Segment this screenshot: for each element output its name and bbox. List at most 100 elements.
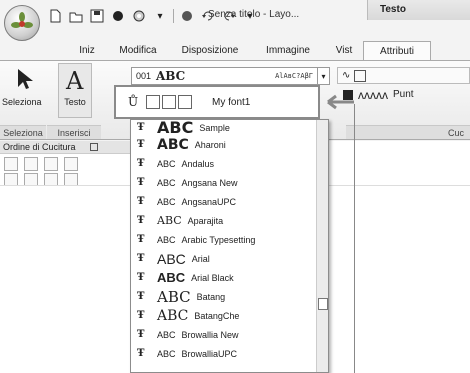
divider — [173, 9, 174, 23]
stitch-settings-icon[interactable] — [131, 8, 147, 24]
font-type-icon: Ŧ — [137, 122, 145, 133]
lock-icon[interactable] — [64, 157, 78, 171]
font-item[interactable]: Ŧ ABC Andalus — [131, 154, 316, 173]
truetype-icon: Ŧ — [137, 348, 145, 359]
tab-label: Iniz — [79, 45, 95, 56]
font-sample: ABC — [157, 250, 186, 267]
window-title: Senza titolo - Layo... — [208, 9, 300, 20]
tab-label: Modifica — [119, 45, 157, 56]
stitch-label: Punt — [393, 89, 414, 100]
ribbon-tabs: Iniz Modifica Disposizione Immagine Vist… — [0, 41, 470, 60]
font-name: Batang — [196, 291, 226, 302]
text-a-icon: A — [60, 64, 90, 94]
pane-header: Ordine di Cucitura — [0, 141, 130, 154]
font-type-icon: Ů — [127, 95, 139, 109]
text-button[interactable]: A Testo — [58, 63, 92, 118]
font-box-3 — [178, 95, 192, 109]
font-sample: ABC — [157, 158, 176, 169]
tab-immagine[interactable]: Immagine — [251, 41, 325, 60]
font-item[interactable]: Ŧ ABC Arial — [131, 249, 316, 268]
line-tools: ∿ — [337, 67, 470, 84]
text-label: Testo — [64, 97, 86, 107]
tab-disposizione[interactable]: Disposizione — [169, 41, 251, 60]
truetype-icon: Ŧ — [137, 272, 145, 283]
font-item[interactable]: Ŧ ABC Angsana New — [131, 173, 316, 192]
left-arrow-icon — [327, 94, 354, 110]
truetype-icon: Ŧ — [137, 253, 145, 264]
font-name: Sample — [199, 122, 230, 133]
truetype-icon: Ŧ — [137, 139, 145, 150]
font-name: Browallia New — [181, 329, 239, 340]
truetype-icon: Ŧ — [137, 158, 145, 169]
application-menu-button[interactable] — [4, 5, 40, 41]
pin-icon[interactable] — [89, 143, 98, 151]
curve-icon[interactable]: ∿ — [342, 70, 350, 81]
font-item[interactable]: Ŧ ABC Browallia New — [131, 325, 316, 344]
tab-label: Immagine — [266, 45, 310, 56]
font-name: Andalus — [181, 158, 215, 169]
dropdown-arrow-icon[interactable]: ▾ — [152, 8, 168, 24]
truetype-icon: Ŧ — [137, 234, 145, 245]
font-name: Angsana New — [181, 177, 238, 188]
svg-text:A: A — [65, 67, 84, 92]
dropdown-scrollbar[interactable] — [316, 120, 328, 372]
font-item[interactable]: Ŧ ABC Aharoni — [131, 135, 316, 154]
tab-iniz[interactable]: Iniz — [67, 41, 107, 60]
font-sample: ABC — [157, 287, 191, 306]
select-button[interactable]: Seleziona — [2, 64, 42, 107]
save-icon[interactable] — [89, 8, 105, 24]
font-sample: ABC — [157, 136, 189, 153]
custom-font-name: My font1 — [212, 96, 251, 108]
callout-pointer-line — [354, 104, 355, 373]
font-number: 001 — [136, 71, 152, 81]
truetype-icon: Ŧ — [137, 291, 145, 302]
tab-vist[interactable]: Vist — [325, 41, 363, 60]
font-sample: ABC — [157, 214, 182, 227]
font-box-2 — [162, 95, 176, 109]
select-label: Seleziona — [2, 97, 42, 107]
application-window: ▾ ▾ Senza titolo - Layo... Testo Iniz Mo… — [0, 0, 470, 373]
font-sample: ABC — [156, 69, 186, 83]
square-icon[interactable] — [354, 69, 367, 82]
font-item[interactable]: Ŧ ABC AngsanaUPC — [131, 192, 316, 211]
tab-label: Disposizione — [181, 45, 239, 56]
font-sample: ABC — [157, 307, 189, 324]
font-name: Arial — [191, 253, 210, 264]
new-file-icon[interactable] — [47, 8, 63, 24]
font-dropdown[interactable]: Ŧ ABC Sample Ŧ ABC Aharoni Ŧ ABC Andalus Ŧ ABC A… — [130, 118, 329, 373]
truetype-icon: Ŧ — [137, 329, 145, 340]
font-name: BatangChe — [194, 310, 240, 321]
group-icon[interactable] — [24, 157, 38, 171]
font-item[interactable]: Ŧ ABC Arabic Typesetting — [131, 230, 316, 249]
tab-modifica[interactable]: Modifica — [107, 41, 169, 60]
font-sample: ABC — [157, 348, 176, 359]
font-item[interactable]: Ŧ ABC BrowalliaUPC — [131, 344, 316, 363]
font-name: AngsanaUPC — [181, 196, 237, 207]
record-icon[interactable] — [110, 8, 126, 24]
font-sample: ABC — [157, 270, 186, 285]
ungroup-icon[interactable] — [44, 157, 58, 171]
font-item[interactable]: Ŧ ABC Aparajita — [131, 211, 316, 230]
grid-icon[interactable] — [4, 157, 18, 171]
tab-label: Attributi — [380, 45, 414, 57]
tab-label: Vist — [335, 45, 353, 56]
font-item[interactable]: Ŧ ABC BatangChe — [131, 306, 316, 325]
truetype-icon: Ŧ — [137, 177, 145, 188]
font-sample: ABC — [157, 329, 176, 340]
font-selector[interactable]: 001 ABC AlАвС?ΑβΓ ▾ — [131, 67, 330, 85]
truetype-icon: Ŧ — [137, 196, 145, 207]
contextual-tab-label: Testo — [380, 4, 406, 15]
open-folder-icon[interactable] — [68, 8, 84, 24]
font-name: BrowalliaUPC — [181, 348, 238, 359]
scrollbar-thumb[interactable] — [318, 298, 328, 310]
tab-attributi[interactable]: Attributi — [363, 41, 431, 60]
font-item[interactable]: Ŧ ABC Batang — [131, 287, 316, 306]
chevron-down-icon[interactable]: ▾ — [317, 68, 329, 84]
font-callout[interactable]: Ů My font1 — [114, 85, 320, 119]
group-label-insert: Inserisci — [47, 125, 101, 139]
truetype-icon: Ŧ — [137, 215, 145, 226]
font-name: Aparajita — [187, 215, 224, 226]
color-icon[interactable] — [179, 8, 195, 24]
font-preview: AlАвС?ΑβΓ — [275, 72, 313, 80]
font-item[interactable]: Ŧ ABC Arial Black — [131, 268, 316, 287]
